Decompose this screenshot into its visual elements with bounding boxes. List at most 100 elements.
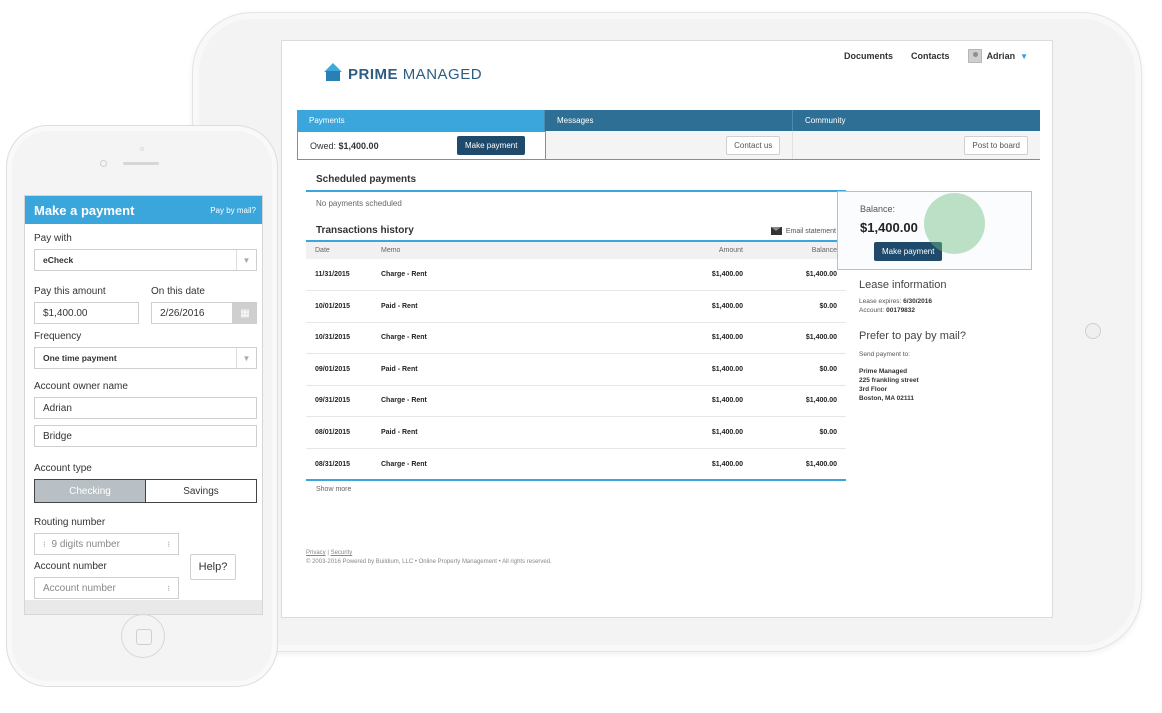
account-type-label: Account type xyxy=(34,463,92,474)
top-nav: Documents Contacts Adrian ▼ xyxy=(844,49,1028,63)
no-payments-text: No payments scheduled xyxy=(316,199,402,208)
cell-memo: Charge - Rent xyxy=(372,259,587,291)
phone-speaker xyxy=(123,162,159,165)
last-name-input[interactable]: Bridge xyxy=(34,425,257,447)
copyright-text: © 2003-2016 Powered by Buildium, LLC • O… xyxy=(306,559,552,565)
house-logo-icon xyxy=(322,63,344,83)
main-tabs: Payments Messages Community xyxy=(297,110,1040,131)
email-statement-link[interactable]: Email statement xyxy=(770,227,836,235)
tap-indicator xyxy=(924,193,985,254)
cell-amount: $1,400.00 xyxy=(586,259,752,291)
tablet-home-button xyxy=(1085,323,1101,339)
cell-date: 08/31/2015 xyxy=(315,460,351,468)
make-payment-button[interactable]: Make payment xyxy=(457,136,526,155)
logo[interactable]: PRIME MANAGED xyxy=(322,63,482,83)
table-header-row: Date Memo Amount Balance xyxy=(306,242,846,259)
routing-input[interactable]: ⁝ 9 digits number ⁝ xyxy=(34,533,179,555)
stepper-icon: ⁝ xyxy=(43,539,46,549)
checking-option[interactable]: Checking xyxy=(35,480,146,502)
cell-balance: $1,400.00 xyxy=(752,259,846,291)
cell-balance: $1,400.00 xyxy=(752,385,846,417)
phone-title: Make a payment xyxy=(34,202,135,218)
stepper-icon: ⁝ xyxy=(167,539,170,549)
avatar-icon xyxy=(967,49,982,63)
routing-label: Routing number xyxy=(34,517,106,528)
show-more-link[interactable]: Show more xyxy=(316,486,351,493)
phone-sensor xyxy=(140,147,144,151)
cell-date: 09/01/2015 xyxy=(306,353,372,386)
messages-tab-panel: Contact us xyxy=(545,131,794,159)
envelope-icon xyxy=(770,227,782,235)
cell-amount: $1,400.00 xyxy=(586,385,752,417)
column-header: Balance xyxy=(752,242,846,259)
show-more-divider xyxy=(306,479,846,481)
user-menu[interactable]: Adrian ▼ xyxy=(967,49,1028,63)
payments-tab-panel: Owed: $1,400.00 Make payment xyxy=(297,131,546,159)
first-name-input[interactable]: Adrian xyxy=(34,397,257,419)
tab-messages[interactable]: Messages xyxy=(545,110,793,131)
account-type-toggle: Checking Savings xyxy=(34,479,257,503)
date-label: On this date xyxy=(151,286,205,297)
phone-home-button xyxy=(121,614,165,658)
cell-memo: Paid - Rent xyxy=(372,290,587,323)
contacts-link[interactable]: Contacts xyxy=(911,51,950,61)
phone-screen-footer xyxy=(25,600,262,614)
amount-input[interactable]: $1,400.00 xyxy=(34,302,139,324)
lease-info-title: Lease information xyxy=(859,279,947,291)
help-button[interactable]: Help? xyxy=(190,554,236,580)
post-to-board-button[interactable]: Post to board xyxy=(964,136,1029,155)
cell-date: 10/01/2015 xyxy=(306,290,372,323)
pay-by-mail-link[interactable]: Pay by mail? xyxy=(210,206,256,215)
table-row: 08/31/2015 Charge - Rent $1,400.00 $1,400.0… xyxy=(306,448,846,480)
cell-amount: $1,400.00 xyxy=(586,353,752,386)
cell-amount: $1,400.00 xyxy=(586,322,752,354)
cell-balance: $0.00 xyxy=(752,290,846,323)
cell-date: 08/01/2015 xyxy=(306,416,372,449)
transactions-title: Transactions history xyxy=(316,225,414,236)
cell-memo: Charge - Rent xyxy=(372,385,587,417)
balance-amount: $1,400.00 xyxy=(860,220,918,235)
column-header: Date xyxy=(306,242,372,259)
cell-date: 11/31/2015 xyxy=(306,259,372,291)
documents-link[interactable]: Documents xyxy=(844,51,893,61)
pay-with-label: Pay with xyxy=(34,233,72,244)
date-input[interactable]: 2/26/2016 xyxy=(151,302,233,324)
phone-camera xyxy=(100,160,107,167)
calendar-icon[interactable]: ▦ xyxy=(233,302,257,324)
tab-community[interactable]: Community xyxy=(793,110,1040,131)
contact-us-button[interactable]: Contact us xyxy=(726,136,781,155)
stepper-icon: ⁝ xyxy=(167,583,170,593)
tab-payments[interactable]: Payments xyxy=(297,110,545,131)
owner-label: Account owner name xyxy=(34,381,128,392)
column-header: Memo xyxy=(372,242,587,259)
table-row: 10/01/2015 Paid - Rent $1,400.00 $0.00 xyxy=(306,290,846,323)
owed-amount: Owed: $1,400.00 xyxy=(310,141,379,151)
cell-date: 09/31/2015 xyxy=(306,385,372,417)
frequency-label: Frequency xyxy=(34,331,82,342)
pay-by-mail-title: Prefer to pay by mail? xyxy=(859,330,966,342)
balance-label: Balance: xyxy=(860,204,896,214)
table-row: 10/31/2015 Charge - Rent $1,400.00 $1,400.0… xyxy=(306,322,846,354)
cell-balance: $0.00 xyxy=(752,416,846,449)
tablet-screen: PRIME MANAGED Documents Contacts Adrian … xyxy=(281,40,1053,618)
table-row: 08/01/2015 Paid - Rent $1,400.00 $0.00 xyxy=(306,416,846,449)
frequency-select[interactable]: One time payment ▼ xyxy=(34,347,257,369)
pay-with-select[interactable]: eCheck ▼ xyxy=(34,249,257,271)
dropdown-arrow-icon: ▼ xyxy=(236,250,256,270)
cell-amount: $1,400.00 xyxy=(586,416,752,449)
cell-memo: Paid - Rent xyxy=(372,416,587,449)
scheduled-payments-title: Scheduled payments xyxy=(316,174,417,185)
scheduled-divider xyxy=(306,190,846,192)
security-link[interactable]: Security xyxy=(331,550,353,556)
table-row: 09/31/2015 Charge - Rent $1,400.00 $1,400.0… xyxy=(306,385,846,417)
cell-memo: Charge - Rent xyxy=(381,460,427,468)
savings-option[interactable]: Savings xyxy=(146,480,256,502)
account-number-input[interactable]: Account number ⁝ xyxy=(34,577,179,599)
cell-balance: $1,400.00 xyxy=(805,460,837,468)
lease-details: Lease expires: 6/30/2016 Account: 001798… xyxy=(859,298,933,314)
privacy-link[interactable]: Privacy xyxy=(306,550,326,556)
cell-memo: Paid - Rent xyxy=(372,353,587,386)
logo-text: PRIME MANAGED xyxy=(348,66,483,83)
table-row: 11/31/2015 Charge - Rent $1,400.00 $1,400.0… xyxy=(306,259,846,291)
dropdown-arrow-icon: ▼ xyxy=(236,348,256,368)
